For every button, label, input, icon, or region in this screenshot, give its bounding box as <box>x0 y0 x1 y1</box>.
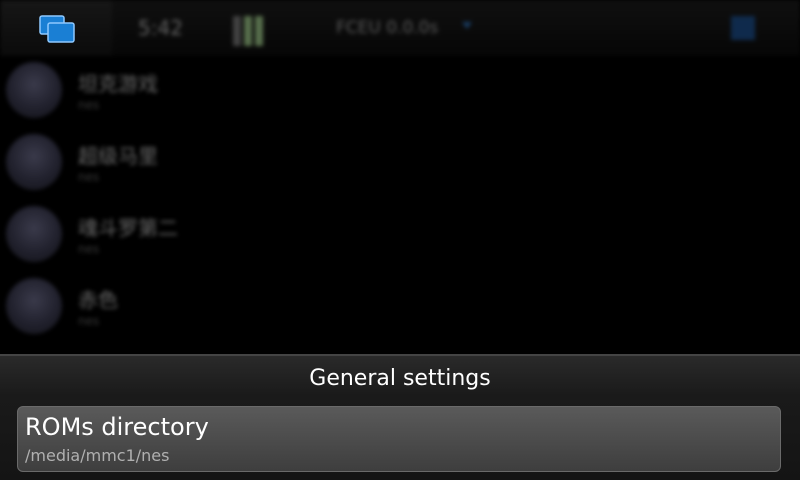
avatar <box>6 206 62 262</box>
screen: 5:42 FCEU 0.0.0s 坦克游戏 nes 超级马里 nes 魂斗罗第二… <box>0 0 800 480</box>
setting-label: ROMs directory <box>25 413 209 441</box>
list-item: 超级马里 nes <box>0 128 800 200</box>
list-item-sub: nes <box>78 242 100 256</box>
list-item-name: 坦克游戏 <box>78 72 158 96</box>
list-item: 魂斗罗第二 nes <box>0 200 800 272</box>
list-item-name: 魂斗罗第二 <box>78 216 178 240</box>
list-item: 坦克游戏 nes <box>0 56 800 128</box>
status-time: 5:42 <box>138 16 183 40</box>
avatar <box>6 134 62 190</box>
setting-value: /media/mmc1/nes <box>25 446 170 465</box>
general-settings-dialog: General settings ROMs directory /media/m… <box>0 354 800 480</box>
battery-icon <box>233 12 267 46</box>
list-item-name: 超级马里 <box>78 144 158 168</box>
list-item-name: 赤色 <box>78 288 118 312</box>
task-switcher-icon[interactable] <box>38 14 76 44</box>
dialog-title: General settings <box>309 366 491 391</box>
status-app-title: FCEU 0.0.0s <box>336 18 439 38</box>
chevron-down-icon <box>462 22 472 29</box>
status-bar: 5:42 FCEU 0.0.0s <box>0 0 800 56</box>
close-icon <box>731 16 755 40</box>
list-item: 赤色 nes <box>0 272 800 344</box>
list-item-sub: nes <box>78 98 100 112</box>
list-item-sub: nes <box>78 170 100 184</box>
roms-directory-button[interactable]: ROMs directory /media/mmc1/nes <box>17 406 781 472</box>
avatar <box>6 278 62 334</box>
list-item-sub: nes <box>78 314 100 328</box>
avatar <box>6 62 62 118</box>
